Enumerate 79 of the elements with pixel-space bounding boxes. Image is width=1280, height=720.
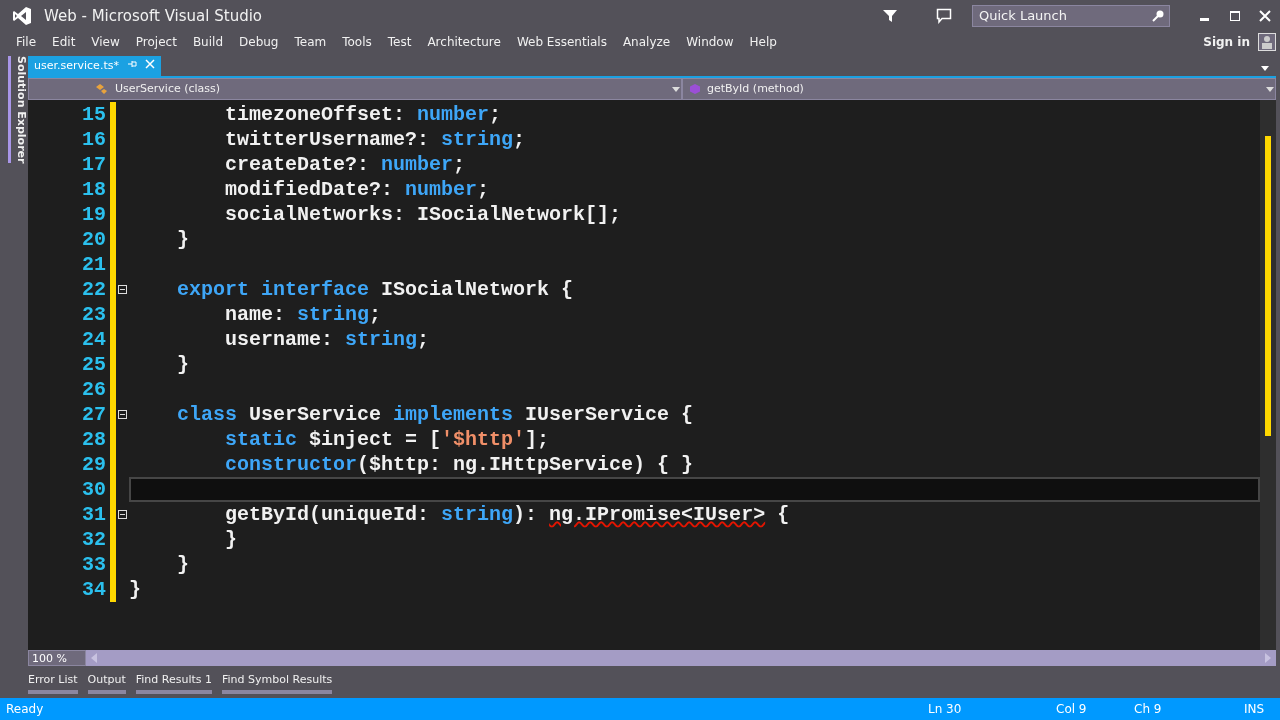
menu-item[interactable]: Edit [44,33,84,51]
tool-window-tab[interactable]: Error List [28,669,78,695]
vertical-scrollbar[interactable] [1260,100,1276,650]
line-number: 31 [81,502,107,527]
code-line: name: string; [224,301,382,328]
status-message: Ready [6,701,44,718]
dropdown-arrow-icon [1265,85,1275,93]
sign-in-link[interactable]: Sign in [1195,33,1258,51]
menu-item[interactable]: Tools [334,33,380,51]
line-number: 30 [81,477,107,502]
window-title: Web - Microsoft Visual Studio [44,5,262,27]
line-indicator: Ln 30 [928,701,963,718]
code-line: } [176,551,189,578]
class-icon [95,83,109,95]
code-line: modifiedDate?: number; [224,176,490,203]
code-line: } [224,526,238,553]
code-line: export interface ISocialNetwork { [176,276,574,303]
line-number: 17 [81,152,107,177]
line-number: 33 [81,552,107,577]
code-line: } [129,576,141,603]
char-indicator: Ch 9 [1134,701,1163,718]
code-line: } [176,226,189,253]
line-number: 16 [81,127,107,152]
code-line: username: string; [224,326,430,353]
type-scope-dropdown[interactable]: UserService (class) [28,78,682,100]
menu-item[interactable]: Test [379,33,420,51]
line-number: 27 [81,402,107,427]
code-line: static $inject = ['$http']; [224,426,550,453]
menu-item[interactable]: Team [286,33,335,51]
line-number: 22 [81,277,107,302]
app-logo-icon [12,6,32,26]
menu-item[interactable]: Build [184,33,231,51]
dropdown-arrow-icon[interactable] [1260,64,1270,72]
line-number: 32 [81,527,107,552]
menu-item[interactable]: Web Essentials [508,33,615,51]
search-icon [1151,9,1165,23]
line-number: 28 [81,427,107,452]
tool-window-tab[interactable]: Output [87,669,126,695]
menu-item[interactable]: Architecture [419,33,509,51]
line-number: 15 [81,102,107,127]
line-number: 19 [81,202,107,227]
menu-item[interactable]: Window [678,33,742,51]
menu-item[interactable]: View [83,33,128,51]
line-number: 25 [81,352,107,377]
line-number: 18 [81,177,107,202]
column-indicator: Col 9 [1056,701,1088,718]
tool-window-tab[interactable]: Find Results 1 [135,669,212,695]
code-line: } [176,351,189,378]
collapse-toggle[interactable] [118,510,127,519]
zoom-dropdown[interactable]: 100 % [28,650,86,666]
line-number: 21 [81,252,107,277]
code-line: socialNetworks: ISocialNetwork[]; [224,201,622,228]
dropdown-arrow-icon [671,85,681,93]
line-number: 23 [81,302,107,327]
code-line: class UserService implements IUserService { [176,401,694,428]
code-line: timezoneOffset: number; [224,101,502,128]
collapse-toggle[interactable] [118,285,127,294]
collapse-toggle[interactable] [118,410,127,419]
menu-item[interactable]: Help [741,33,785,51]
tool-window-tab[interactable]: Find Symbol Results [222,669,333,695]
feedback-icon[interactable] [936,8,952,24]
account-icon[interactable] [1258,33,1276,51]
code-line: constructor($http: ng.IHttpService) { } [224,451,694,478]
insert-mode-indicator: INS [1244,701,1266,718]
code-line: createDate?: number; [224,151,466,178]
menu-item[interactable]: Debug [231,33,287,51]
member-scope-dropdown[interactable]: getById (method) [682,78,1276,100]
menu-item[interactable]: Analyze [614,33,679,51]
method-icon [689,83,701,95]
line-number: 26 [81,377,107,402]
line-number: 34 [81,577,107,602]
code-line: twitterUsername?: string; [224,126,526,153]
line-number: 20 [81,227,107,252]
line-number: 29 [81,452,107,477]
code-line: getById(uniqueId: string): ng.IPromise<IUser> { [224,501,790,528]
menu-item[interactable]: Project [127,33,185,51]
line-number: 24 [81,327,107,352]
filter-icon[interactable] [882,8,898,24]
menu-item[interactable]: File [8,33,45,51]
